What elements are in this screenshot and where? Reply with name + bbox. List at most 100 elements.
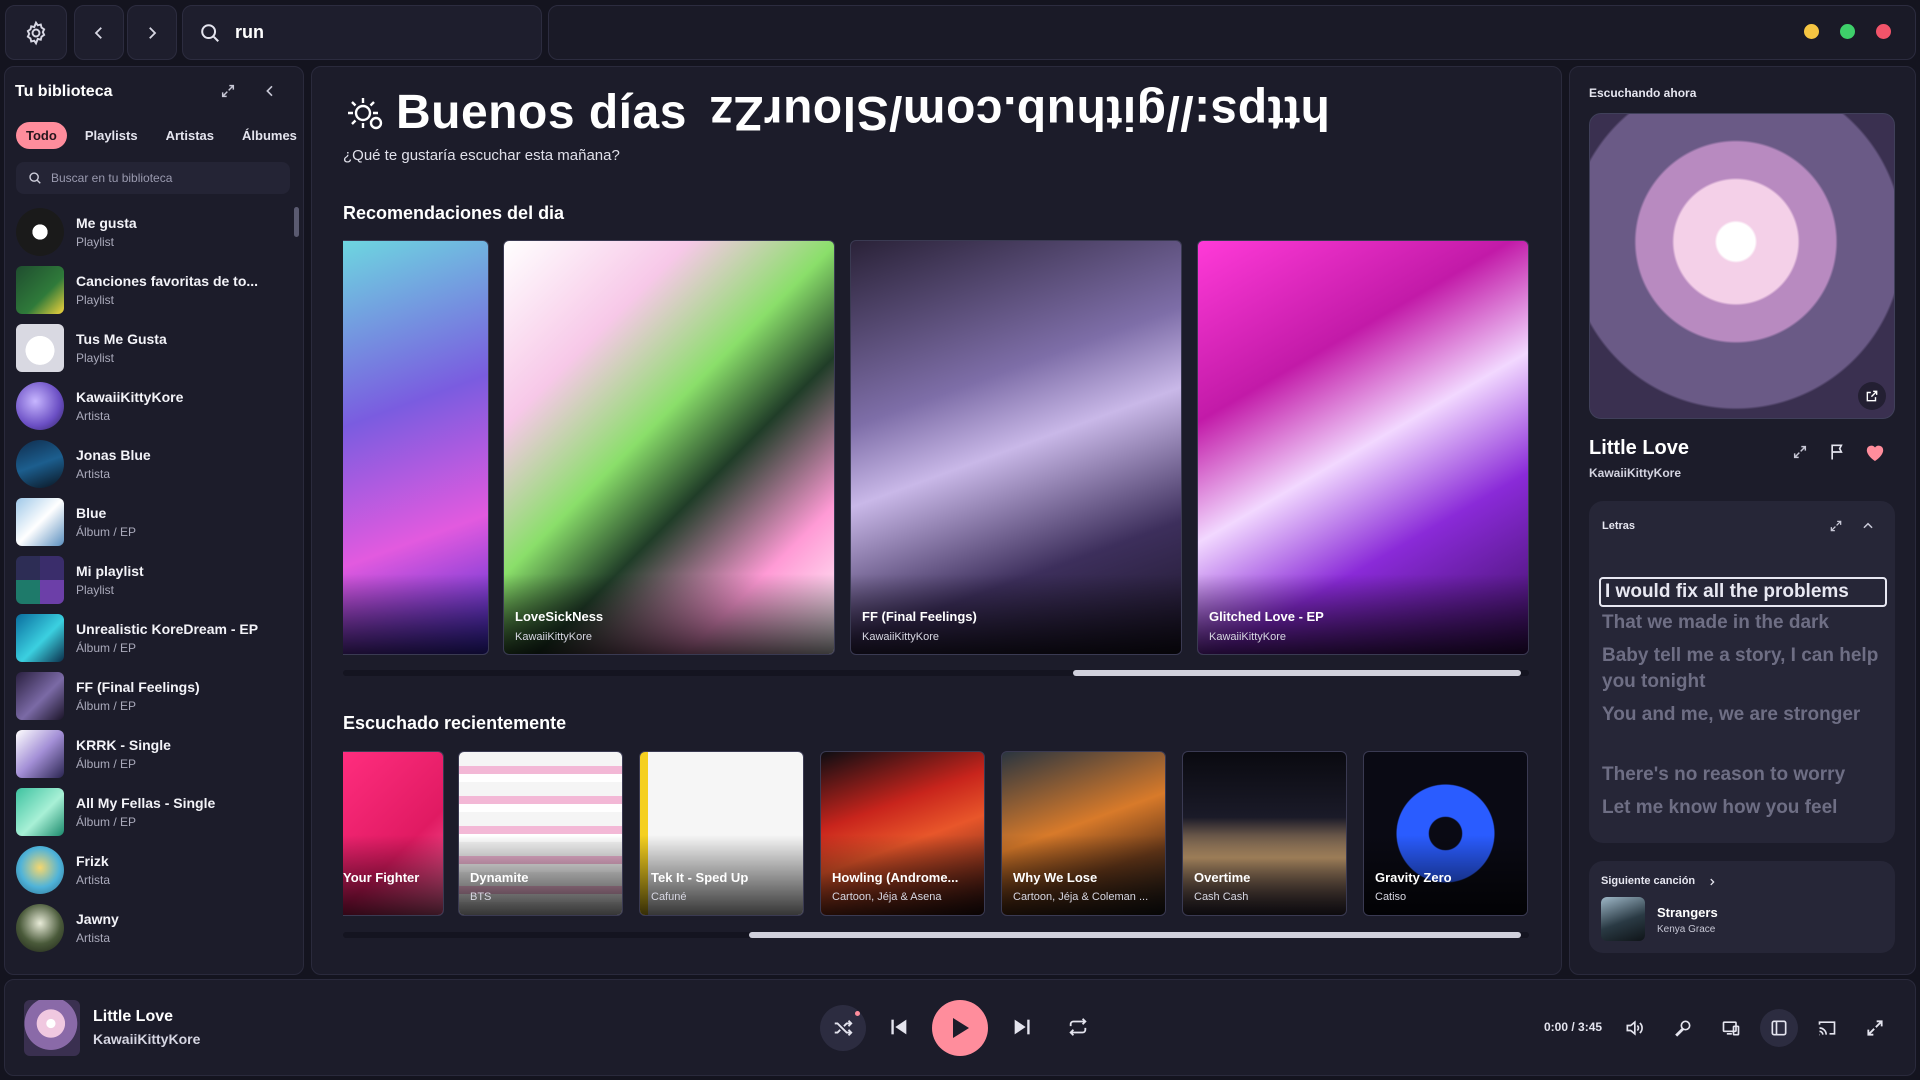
lyric-line[interactable]: Let me know how you feel <box>1602 795 1884 821</box>
search-bar[interactable] <box>182 5 542 60</box>
recent-card[interactable]: Dynamite BTS <box>458 751 623 916</box>
next-song-card[interactable]: Siguiente canción Strangers Kenya Grace <box>1589 861 1895 953</box>
library-item[interactable]: Blue Álbum / EP <box>16 493 286 551</box>
library-item[interactable]: All My Fellas - Single Álbum / EP <box>16 783 286 841</box>
card-artist: Catiso <box>1375 891 1407 903</box>
recommendations-scrollbar[interactable] <box>343 670 1529 676</box>
library-item[interactable]: KRRK - Single Álbum / EP <box>16 725 286 783</box>
window-drag-area[interactable] <box>548 5 1916 60</box>
library-item[interactable]: Tus Me Gusta Playlist <box>16 319 286 377</box>
lyric-line[interactable]: That we made in the dark <box>1602 610 1884 636</box>
settings-button[interactable] <box>5 5 67 60</box>
report-button[interactable] <box>1828 442 1848 467</box>
recent-scrollbar[interactable] <box>343 932 1529 938</box>
shuffle-button[interactable] <box>820 1005 866 1051</box>
library-item-type: Álbum / EP <box>76 525 137 539</box>
library-item[interactable]: KawaiiKittyKore Artista <box>16 377 286 435</box>
recommendation-card[interactable]: Glitched Love - EP KawaiiKittyKore <box>1197 240 1529 655</box>
now-playing-label: Escuchando ahora <box>1589 86 1697 100</box>
collapse-lyrics-button[interactable] <box>1861 519 1875 538</box>
fullscreen-button[interactable] <box>1863 1016 1887 1040</box>
recent-card[interactable]: Tek It - Sped Up Cafuné <box>639 751 804 916</box>
maximize-window-button[interactable] <box>1840 24 1855 39</box>
connect-device-button[interactable] <box>1719 1016 1743 1040</box>
library-item-type: Álbum / EP <box>76 815 137 829</box>
library-item[interactable]: Unrealistic KoreDream - EP Álbum / EP <box>16 609 286 667</box>
forward-button[interactable] <box>127 5 177 60</box>
chevron-up-icon <box>1863 522 1873 529</box>
library-item[interactable]: Frizk Artista <box>16 841 286 899</box>
expand-icon <box>1793 445 1807 459</box>
recent-card[interactable]: Your Fighter <box>343 751 444 916</box>
cast-button[interactable] <box>1815 1016 1839 1040</box>
lyric-line-current[interactable]: I would fix all the problems <box>1599 577 1887 607</box>
filter-chip-playlists[interactable]: Playlists <box>75 122 148 149</box>
library-item[interactable]: Jawny Artista <box>16 899 286 957</box>
play-button[interactable] <box>932 1000 988 1056</box>
library-item-type: Playlist <box>76 351 115 365</box>
card-artist: KawaiiKittyKore <box>862 631 940 643</box>
recommendation-card[interactable]: LoveSickNess KawaiiKittyKore <box>503 240 835 655</box>
filter-chip-todo[interactable]: Todo <box>16 122 67 149</box>
library-item[interactable]: Canciones favoritas de to... Playlist <box>16 261 286 319</box>
lyrics-panel: Letras I would fix all the problems That… <box>1589 501 1895 843</box>
lyric-line[interactable]: Baby tell me a story, I can help you ton… <box>1602 643 1884 695</box>
lyric-line[interactable]: There's no reason to worry <box>1602 762 1884 788</box>
player-cover[interactable] <box>24 1000 80 1056</box>
library-item[interactable]: FF (Final Feelings) Álbum / EP <box>16 667 286 725</box>
toggle-sidebar-button[interactable] <box>1760 1009 1798 1047</box>
lyric-line[interactable]: You and me, we are stronger <box>1602 702 1884 728</box>
chevron-right-icon <box>149 26 157 39</box>
scrollbar-thumb[interactable] <box>749 932 1521 938</box>
filter-chip-albumes[interactable]: Álbumes <box>232 122 307 149</box>
recent-card[interactable]: Overtime Cash Cash <box>1182 751 1347 916</box>
minimize-window-button[interactable] <box>1804 24 1819 39</box>
recent-card[interactable]: Gravity Zero Catiso <box>1363 751 1528 916</box>
library-item-cover <box>16 846 64 894</box>
repeat-button[interactable] <box>1064 1013 1092 1041</box>
volume-button[interactable] <box>1622 1016 1646 1040</box>
recent-card[interactable]: Howling (Androme... Cartoon, Jéja & Asen… <box>820 751 985 916</box>
library-item[interactable]: Jonas Blue Artista <box>16 435 286 493</box>
like-button[interactable] <box>1864 442 1886 467</box>
library-item-cover <box>16 498 64 546</box>
player-title[interactable]: Little Love <box>93 1008 173 1026</box>
library-search-input[interactable] <box>51 171 271 185</box>
back-button[interactable] <box>74 5 124 60</box>
library-item-cover <box>16 208 64 256</box>
player-artist[interactable]: KawaiiKittyKore <box>93 1031 200 1047</box>
library-filter-chips: Todo Playlists Artistas Álbumes <box>16 122 307 149</box>
now-playing-artist[interactable]: KawaiiKittyKore <box>1589 466 1681 480</box>
expand-lyrics-button[interactable] <box>1829 519 1843 538</box>
filter-chip-artistas[interactable]: Artistas <box>156 122 224 149</box>
top-bar <box>0 0 1920 66</box>
close-window-button[interactable] <box>1876 24 1891 39</box>
collapse-library-button[interactable] <box>262 83 278 104</box>
expand-library-button[interactable] <box>220 83 236 104</box>
recommendation-card[interactable]: FF (Final Feelings) KawaiiKittyKore <box>850 240 1182 655</box>
search-icon <box>29 172 41 184</box>
card-title: LoveSickNess <box>515 609 604 624</box>
expand-now-playing-button[interactable] <box>1792 444 1808 465</box>
recommendation-card[interactable] <box>343 240 489 655</box>
search-input[interactable] <box>235 22 515 43</box>
library-item[interactable]: Mi playlist Playlist <box>16 551 286 609</box>
library-search[interactable] <box>16 162 290 194</box>
library-item-type: Artista <box>76 931 111 945</box>
library-item-name: Jawny <box>76 911 119 927</box>
next-button[interactable] <box>1008 1013 1036 1041</box>
scrollbar-thumb[interactable] <box>1073 670 1521 676</box>
morning-sun-icon <box>345 93 385 138</box>
library-item-cover <box>16 266 64 314</box>
library-list: Me gusta Playlist Canciones favoritas de … <box>16 203 286 965</box>
recent-card[interactable]: Why We Lose Cartoon, Jéja & Coleman ... <box>1001 751 1166 916</box>
library-item-cover <box>16 672 64 720</box>
previous-button[interactable] <box>885 1013 913 1041</box>
open-cover-button[interactable] <box>1858 382 1886 410</box>
lyrics-mic-button[interactable] <box>1671 1016 1695 1040</box>
library-item-cover <box>16 904 64 952</box>
library-item[interactable]: Me gusta Playlist <box>16 203 286 261</box>
library-scrollbar[interactable] <box>294 207 299 237</box>
card-title: Glitched Love - EP <box>1209 609 1324 624</box>
recommendations-title: Recomendaciones del dia <box>343 203 565 223</box>
